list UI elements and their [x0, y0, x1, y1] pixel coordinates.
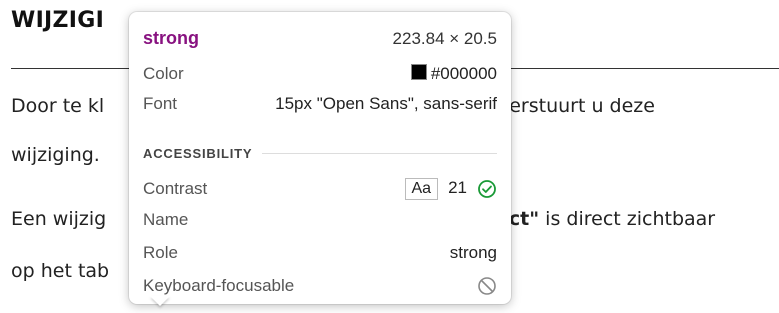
paragraph-2: wijziging. [11, 144, 100, 166]
color-row: Color #000000 [143, 64, 497, 84]
name-row: Name [143, 210, 497, 230]
paragraph-1-start: Door te kl [11, 95, 105, 117]
paragraph-3: Een wijzig ect" is direct zichtbaar [11, 208, 715, 230]
contrast-ratio: 21 [448, 178, 467, 197]
element-tag: strong [143, 28, 199, 48]
paragraph-3-start: Een wijzig [11, 208, 107, 230]
check-circle-icon [478, 179, 496, 198]
element-dimensions: 223.84 × 20.5 [392, 28, 497, 48]
color-value: #000000 [410, 64, 497, 84]
name-label: Name [143, 210, 189, 229]
keyboard-focusable-row: Keyboard-focusable [143, 276, 497, 296]
paragraph-1: Door te kl verstuurt u deze [11, 95, 655, 117]
contrast-label: Contrast [143, 179, 208, 198]
role-label: Role [143, 243, 178, 262]
role-row: Role strong [143, 243, 497, 263]
inspect-tooltip: strong 223.84 × 20.5 Color #000000 Font … [129, 12, 511, 304]
contrast-sample: Aa [404, 178, 439, 200]
tooltip-pointer [150, 296, 170, 306]
paragraph-1-end: verstuurt u deze [498, 95, 655, 117]
font-row: Font 15px "Open Sans", sans-serif [143, 94, 497, 114]
accessibility-section-header: ACCESSIBILITY [143, 146, 497, 161]
accessibility-title: ACCESSIBILITY [143, 146, 253, 161]
contrast-row: Contrast Aa 21 [143, 178, 497, 200]
section-heading: WIJZIGI [11, 8, 105, 33]
keyboard-focusable-label: Keyboard-focusable [143, 276, 295, 295]
not-allowed-icon [478, 277, 496, 295]
role-value: strong [449, 243, 497, 262]
tooltip-header: strong 223.84 × 20.5 [143, 28, 497, 49]
color-hex: #000000 [430, 64, 497, 83]
color-label: Color [143, 64, 184, 83]
color-swatch [410, 64, 427, 80]
section-divider [262, 153, 497, 154]
font-label: Font [143, 94, 178, 113]
paragraph-3-tail: is direct zichtbaar [539, 208, 716, 230]
paragraph-3-end: ect" is direct zichtbaar [496, 208, 715, 230]
contrast-value-group: Aa 21 [404, 178, 498, 200]
paragraph-4: op het tab [11, 260, 110, 282]
font-value: 15px "Open Sans", sans-serif [275, 94, 497, 113]
